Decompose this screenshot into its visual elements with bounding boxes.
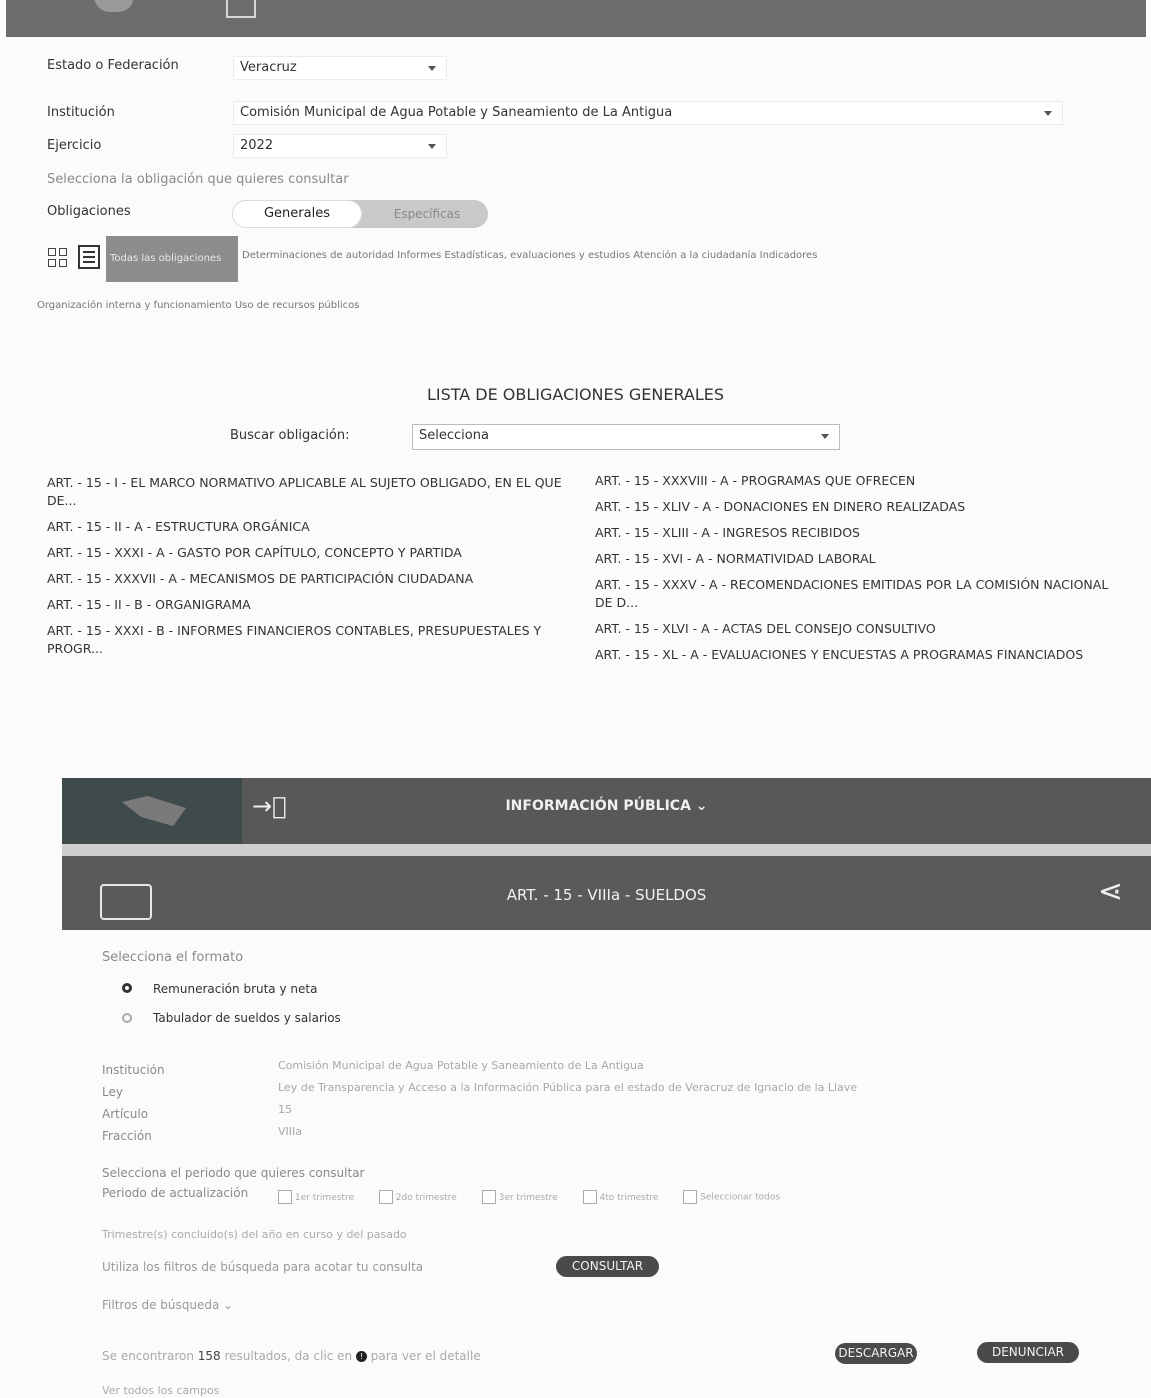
tab-indicadores[interactable]: Indicadores <box>760 250 818 261</box>
institucion-select[interactable]: Comisión Municipal de Agua Potable y San… <box>233 101 1063 125</box>
checkbox-4[interactable] <box>582 1190 597 1204</box>
nav-title[interactable]: INFORMACIÓN PÚBLICA ⌄ <box>62 798 1151 814</box>
exit-icon[interactable] <box>226 0 256 18</box>
estado-select[interactable]: Veracruz <box>233 56 447 80</box>
checkbox-3[interactable] <box>481 1190 496 1204</box>
tab-estadisticas[interactable]: Estadísticas, evaluaciones y estudios <box>444 250 630 261</box>
tab-atencion[interactable]: Atención a la ciudadanía <box>633 250 756 261</box>
obligaciones-label: Obligaciones <box>47 204 131 219</box>
tab-organizacion[interactable]: Organización interna y funcionamiento <box>37 300 232 311</box>
meta-values: Comisión Municipal de Agua Potable y San… <box>278 1055 857 1143</box>
checkbox-2[interactable] <box>378 1190 393 1204</box>
obligation-link[interactable]: ART. - 15 - II - B - ORGANIGRAMA <box>47 596 577 614</box>
list-title: LISTA DE OBLIGACIONES GENERALES <box>426 385 725 404</box>
period-prompt: Selecciona el periodo que quieres consul… <box>102 1166 365 1180</box>
category-tabs-row1: Determinaciones de autoridad Informes Es… <box>242 250 817 261</box>
descargar-button[interactable]: DESCARGAR <box>835 1343 917 1364</box>
chevron-down-icon <box>428 66 436 71</box>
period-option: 4to trimestre <box>599 1192 659 1203</box>
period-option: 1er trimestre <box>294 1192 354 1203</box>
period-options: 1er trimestre 2do trimestre 3er trimestr… <box>278 1190 780 1204</box>
format-option-1: Remuneración bruta y neta <box>153 982 318 996</box>
meta-labels: Institución Ley Artículo Fracción <box>102 1059 165 1147</box>
results-pre: Se encontraron <box>102 1349 198 1363</box>
period-label: Periodo de actualización <box>102 1186 249 1200</box>
detail-header: ART. - 15 - VIIIa - SUELDOS ⋖ <box>62 856 1151 930</box>
obligation-prompt: Selecciona la obligación que quieres con… <box>47 172 349 187</box>
obligations-right-column: ART. - 15 - XXXVIII - A - PROGRAMAS QUE … <box>595 472 1125 664</box>
tab-determinaciones[interactable]: Determinaciones de autoridad <box>242 250 394 261</box>
detail-nav-bar: →⃞ INFORMACIÓN PÚBLICA ⌄ <box>62 778 1151 844</box>
results-post: resultados, da clic en <box>220 1349 353 1363</box>
period-option: Seleccionar todos <box>700 1192 781 1203</box>
logo <box>94 0 134 12</box>
consultar-button[interactable]: CONSULTAR <box>556 1256 659 1277</box>
meta-value: VIIIa <box>278 1125 302 1138</box>
obligation-link[interactable]: ART. - 15 - XLIV - A - DONACIONES EN DIN… <box>595 498 1125 516</box>
obligation-link[interactable]: ART. - 15 - XLVI - A - ACTAS DEL CONSEJO… <box>595 620 1125 638</box>
grid-view-icon[interactable] <box>48 248 68 268</box>
results-post-2: para ver el detalle <box>370 1349 481 1363</box>
period-option: 2do trimestre <box>395 1192 457 1203</box>
search-obligation-select[interactable]: Selecciona <box>412 424 840 450</box>
obligation-link[interactable]: ART. - 15 - XVI - A - NORMATIVIDAD LABOR… <box>595 550 1125 568</box>
chevron-down-icon <box>821 434 829 439</box>
checkbox-all[interactable] <box>683 1190 698 1204</box>
obligation-link[interactable]: ART. - 15 - XXXVII - A - MECANISMOS DE P… <box>47 570 577 588</box>
format-radio-2[interactable] <box>122 1013 132 1023</box>
meta-label: Fracción <box>102 1129 152 1143</box>
meta-label: Ley <box>102 1085 123 1099</box>
top-header-bar <box>6 0 1146 37</box>
estado-label: Estado o Federación <box>47 58 179 73</box>
institucion-value: Comisión Municipal de Agua Potable y San… <box>240 105 673 120</box>
obligation-link[interactable]: ART. - 15 - XL - A - EVALUACIONES Y ENCU… <box>595 646 1125 664</box>
share-icon[interactable]: ⋖ <box>1098 874 1123 909</box>
obligation-link[interactable]: ART. - 15 - XXXI - A - GASTO POR CAPÍTUL… <box>47 544 577 562</box>
chevron-down-icon <box>1044 111 1052 116</box>
estado-value: Veracruz <box>240 60 297 75</box>
tab-informes[interactable]: Informes <box>397 250 441 261</box>
trimestre-note: Trimestre(s) concluido(s) del año en cur… <box>102 1228 407 1241</box>
obligation-link[interactable]: ART. - 15 - XLIII - A - INGRESOS RECIBID… <box>595 524 1125 542</box>
period-option: 3er trimestre <box>498 1192 558 1203</box>
obligaciones-toggle: Generales Específicas <box>232 200 488 228</box>
obligation-link[interactable]: ART. - 15 - XXXV - A - RECOMENDACIONES E… <box>595 576 1125 612</box>
format-prompt: Selecciona el formato <box>102 950 244 965</box>
format-option-2: Tabulador de sueldos y salarios <box>153 1011 341 1025</box>
obligations-left-column: ART. - 15 - I - EL MARCO NORMATIVO APLIC… <box>47 474 577 658</box>
checkbox-1[interactable] <box>278 1190 292 1204</box>
category-tabs-row2: Organización interna y funcionamiento Us… <box>37 300 360 311</box>
obligation-link[interactable]: ART. - 15 - II - A - ESTRUCTURA ORGÁNICA <box>47 518 577 536</box>
info-icon: ! <box>355 1351 367 1362</box>
meta-label: Artículo <box>102 1107 149 1121</box>
meta-value: 15 <box>278 1103 292 1116</box>
format-radio-1[interactable] <box>122 983 132 993</box>
ver-todos-link[interactable]: Ver todos los campos <box>102 1384 219 1397</box>
obligation-link[interactable]: ART. - 15 - XXXI - B - INFORMES FINANCIE… <box>47 622 577 658</box>
filtros-busqueda-toggle[interactable]: Filtros de búsqueda ⌄ <box>102 1298 233 1312</box>
meta-value: Comisión Municipal de Agua Potable y San… <box>278 1059 644 1072</box>
divider <box>62 844 1151 856</box>
results-summary: Se encontraron 158 resultados, da clic e… <box>102 1349 481 1363</box>
ejercicio-value: 2022 <box>240 138 274 153</box>
institucion-label: Institución <box>47 105 115 120</box>
chevron-down-icon <box>428 144 436 149</box>
filters-note: Utiliza los filtros de búsqueda para aco… <box>102 1260 424 1274</box>
search-obligation-value: Selecciona <box>419 428 489 443</box>
meta-value: Ley de Transparencia y Acceso a la Infor… <box>278 1081 858 1094</box>
ejercicio-select[interactable]: 2022 <box>233 134 447 158</box>
search-obligation-label: Buscar obligación: <box>230 428 350 443</box>
obligation-link[interactable]: ART. - 15 - I - EL MARCO NORMATIVO APLIC… <box>47 474 577 510</box>
toggle-generales[interactable]: Generales <box>232 200 362 228</box>
tab-todas-obligaciones[interactable]: Todas las obligaciones <box>106 236 238 282</box>
ejercicio-label: Ejercicio <box>47 138 102 153</box>
results-count: 158 <box>197 1349 221 1363</box>
meta-label: Institución <box>102 1063 165 1077</box>
tab-uso-recursos[interactable]: Uso de recursos públicos <box>235 300 360 311</box>
list-view-icon[interactable] <box>78 245 100 269</box>
denunciar-button[interactable]: DENUNCIAR <box>977 1342 1079 1363</box>
detail-title: ART. - 15 - VIIIa - SUELDOS <box>506 886 707 904</box>
obligation-link[interactable]: ART. - 15 - XXXVIII - A - PROGRAMAS QUE … <box>595 472 1125 490</box>
toggle-especificas[interactable]: Específicas <box>372 200 482 228</box>
